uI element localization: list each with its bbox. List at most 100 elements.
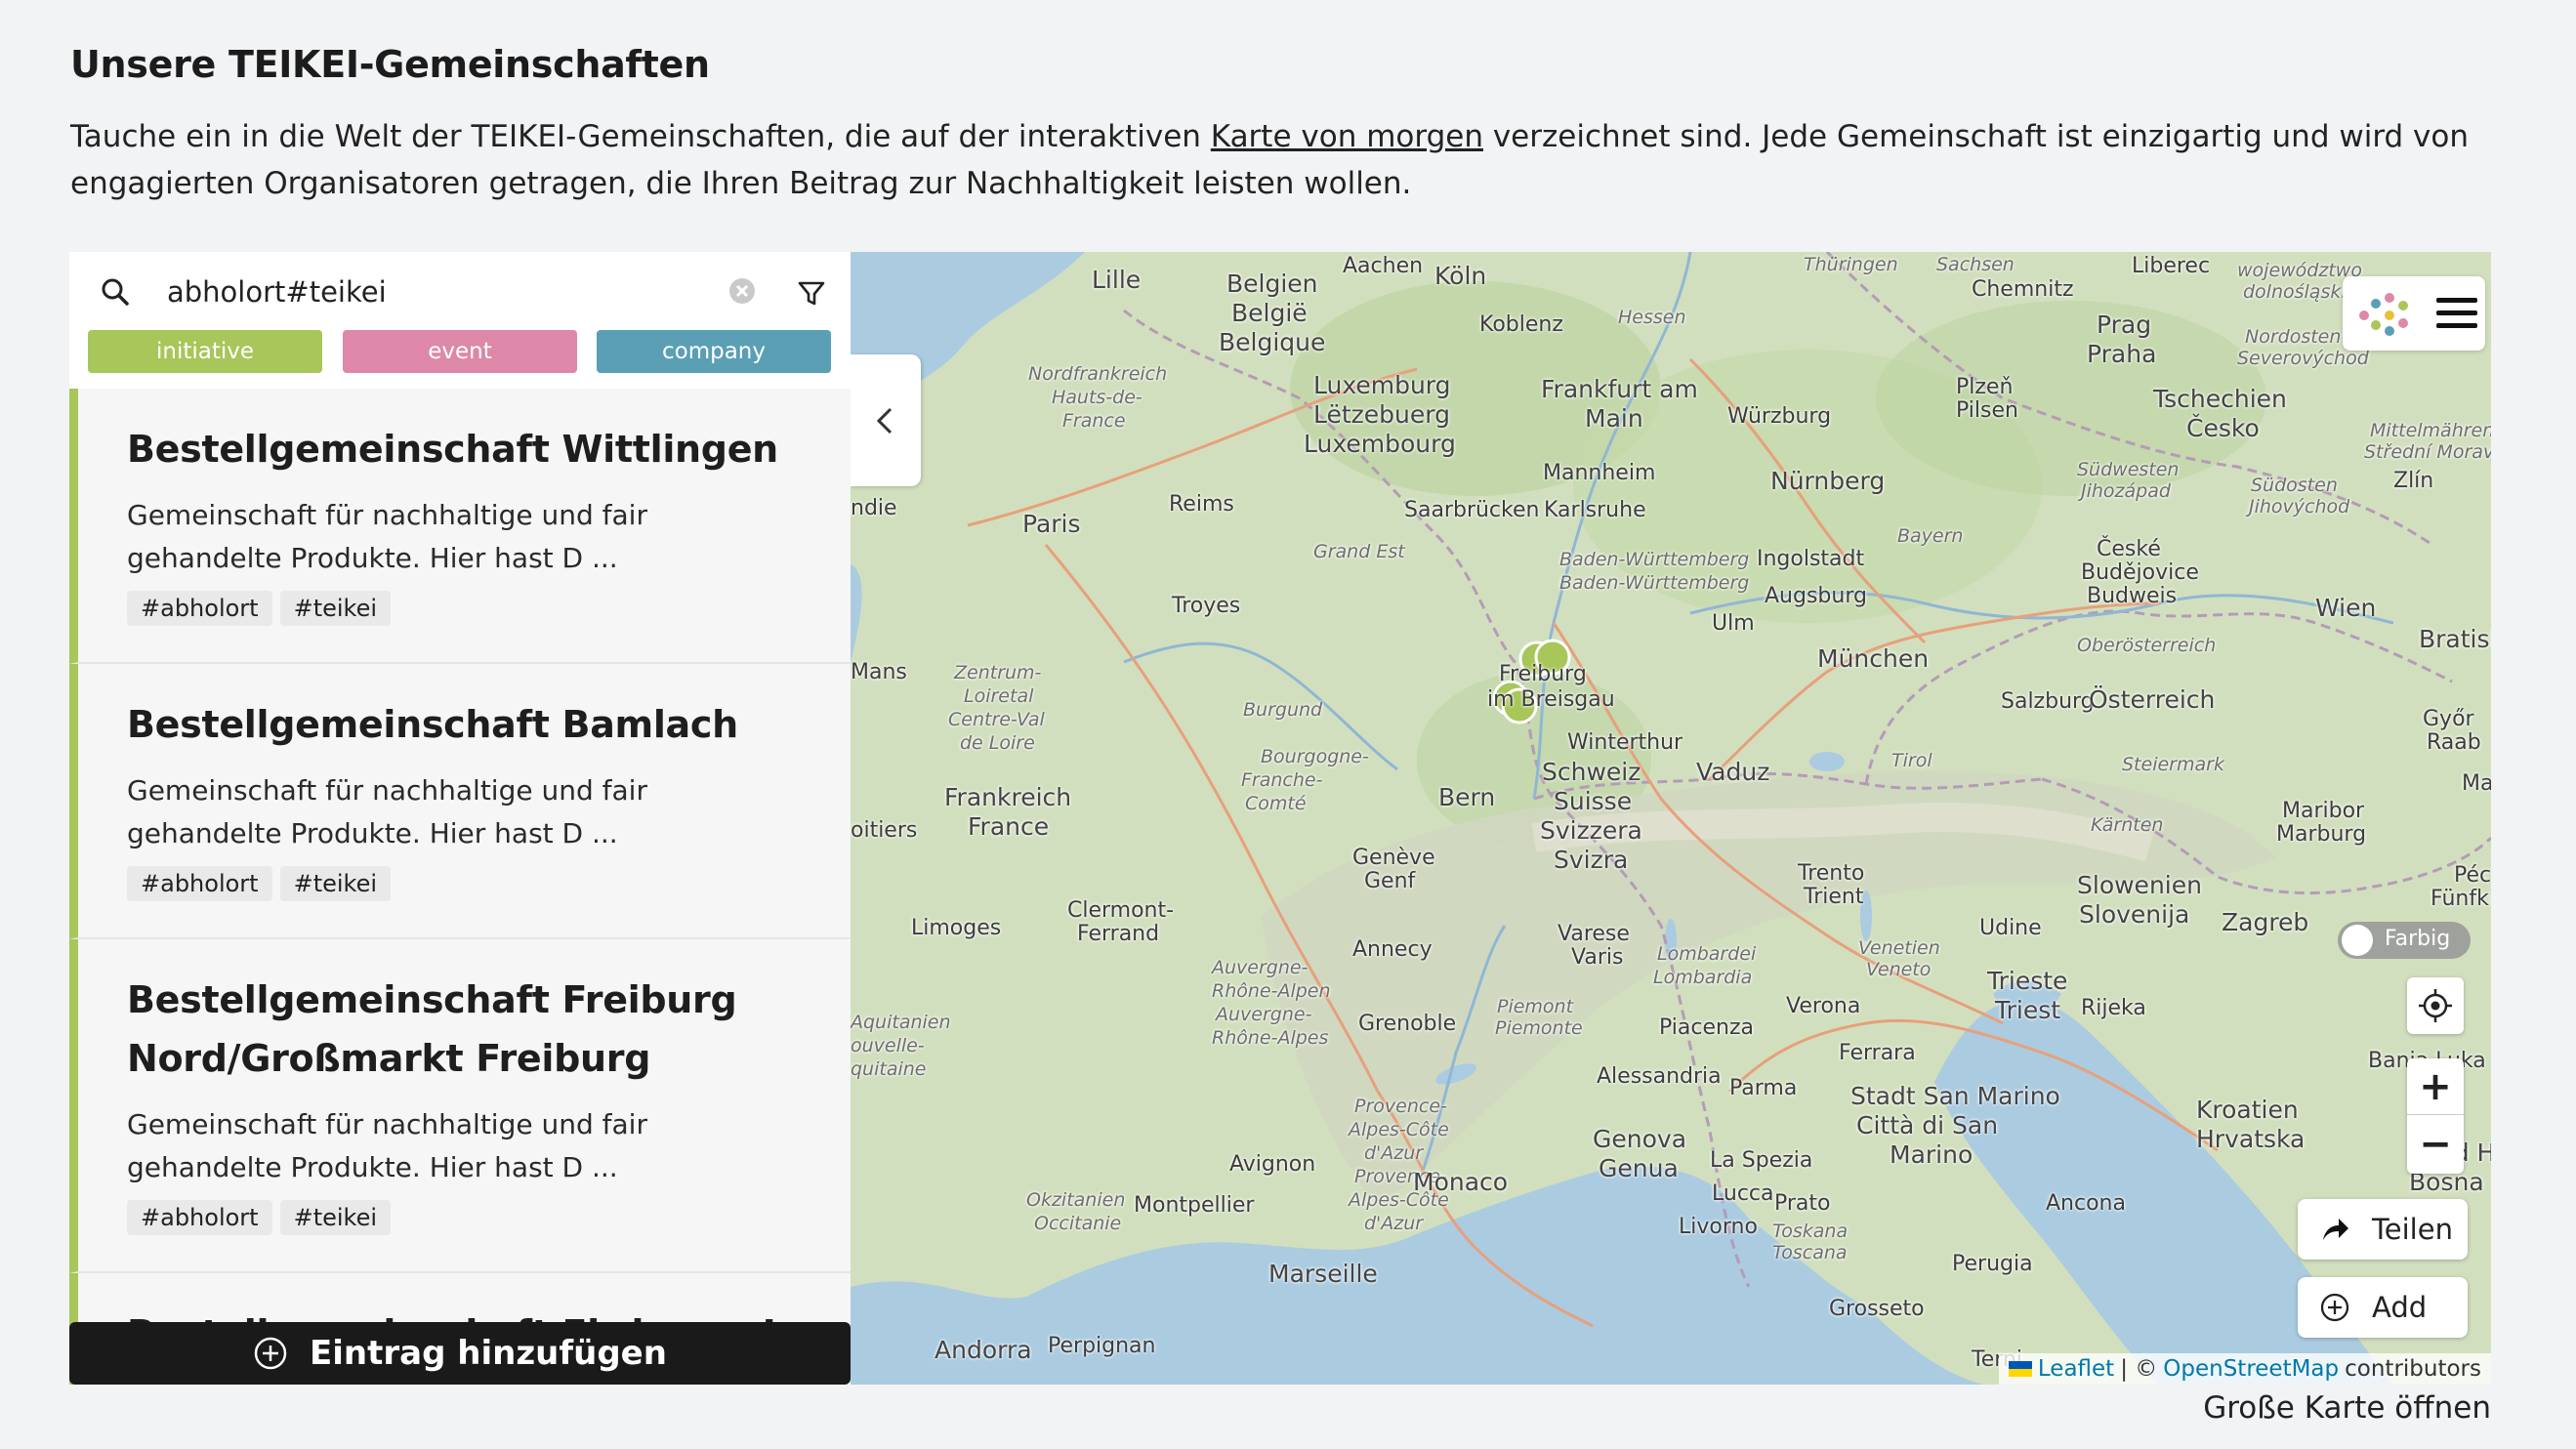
map-label: d'Azur bbox=[1364, 1142, 1424, 1164]
map-label: Grand Est bbox=[1313, 541, 1405, 562]
map-label: Vaduz bbox=[1696, 758, 1770, 786]
clear-search-icon[interactable] bbox=[725, 273, 760, 309]
map-label: Nürnberg bbox=[1770, 467, 1886, 495]
tag[interactable]: #teikei bbox=[279, 866, 392, 901]
map-label: Alpes-Côte bbox=[1349, 1119, 1449, 1140]
search-input[interactable] bbox=[167, 268, 772, 316]
map-label: Ancona bbox=[2046, 1191, 2126, 1216]
map-label: Mannheim bbox=[1543, 461, 1656, 485]
map-label: Freiburg bbox=[1499, 662, 1587, 686]
map-label: Praha bbox=[2087, 340, 2157, 368]
map-label: Frankreich bbox=[944, 783, 1072, 811]
map-label: Mans bbox=[851, 660, 907, 684]
map-label: Reims bbox=[1169, 492, 1234, 517]
map-label: Toscana bbox=[1772, 1242, 1848, 1263]
map-label: Okzitanien bbox=[1026, 1189, 1126, 1211]
map-label: Köln bbox=[1434, 262, 1487, 290]
tag[interactable]: #abholort bbox=[127, 866, 272, 901]
plus-circle-icon bbox=[254, 1337, 287, 1370]
zoom-out-button[interactable]: − bbox=[2407, 1116, 2464, 1173]
map-label: La Spezia bbox=[1710, 1148, 1813, 1173]
map-label: Varis bbox=[1571, 945, 1624, 970]
map-label: Hrvatska bbox=[2196, 1125, 2306, 1153]
map-label: Main bbox=[1585, 404, 1643, 433]
map-label: Genua bbox=[1599, 1154, 1679, 1182]
add-entry-button[interactable]: Eintrag hinzufügen bbox=[69, 1322, 851, 1385]
map-label: Veneto bbox=[1866, 959, 1932, 980]
entry-list: Bestellgemeinschaft Wittlingen Gemeinsch… bbox=[69, 389, 851, 1385]
map-label: Bourgogne- bbox=[1261, 746, 1369, 767]
filter-icon[interactable] bbox=[792, 273, 831, 312]
map-label: Plzeň bbox=[1956, 375, 2014, 399]
list-item[interactable]: Bestellgemeinschaft Freiburg Nord/Großma… bbox=[69, 939, 851, 1273]
entry-title[interactable]: Bestellgemeinschaft Bamlach bbox=[127, 695, 810, 754]
entry-title[interactable]: Bestellgemeinschaft Freiburg Nord/Großma… bbox=[127, 971, 810, 1088]
map-label: Jihovýchod bbox=[2249, 496, 2350, 518]
map-label: Bratislava bbox=[2419, 625, 2491, 653]
zoom-in-button[interactable]: + bbox=[2407, 1058, 2464, 1115]
tag[interactable]: #abholort bbox=[127, 591, 272, 626]
map-label: ndie bbox=[851, 496, 897, 520]
color-toggle[interactable]: Farbig bbox=[2338, 922, 2471, 959]
map-label: dolnośląskie bbox=[2243, 281, 2358, 303]
entry-description: Gemeinschaft für nachhaltige und fair ge… bbox=[127, 1108, 647, 1183]
kvm-logo-menu[interactable] bbox=[2343, 276, 2485, 351]
map-label: Lille bbox=[1092, 266, 1142, 294]
map[interactable]: Lille Aachen Köln Belgien België Belgiqu… bbox=[851, 252, 2491, 1385]
toggle-knob[interactable] bbox=[2342, 925, 2373, 956]
map-label: Occitanie bbox=[1034, 1213, 1122, 1234]
share-button[interactable]: Teilen bbox=[2298, 1199, 2468, 1260]
tag[interactable]: #teikei bbox=[279, 1200, 392, 1235]
map-label: Baden-Württemberg bbox=[1559, 572, 1750, 594]
entry-title[interactable]: Bestellgemeinschaft Wittlingen bbox=[127, 420, 810, 478]
plus-circle-icon bbox=[2320, 1293, 2349, 1322]
map-label: České bbox=[2097, 537, 2161, 561]
map-label: Perugia bbox=[1952, 1252, 2033, 1276]
map-label: im Breisgau bbox=[1487, 687, 1615, 712]
map-label: d'Azur bbox=[1364, 1213, 1424, 1234]
karte-von-morgen-link[interactable]: Karte von morgen bbox=[1211, 119, 1483, 154]
map-label: Genova bbox=[1593, 1125, 1687, 1153]
map-label: Kroatien bbox=[2196, 1096, 2299, 1124]
map-label: Trient bbox=[1804, 885, 1864, 909]
add-button[interactable]: Add bbox=[2298, 1277, 2468, 1338]
map-label: Saarbrücken bbox=[1404, 498, 1540, 522]
leaflet-link[interactable]: Leaflet bbox=[2038, 1356, 2114, 1382]
map-label: Lucca bbox=[1712, 1181, 1774, 1206]
map-label: Wien bbox=[2315, 594, 2377, 622]
map-label: Loiretal bbox=[964, 685, 1034, 707]
list-item[interactable]: Bestellgemeinschaft Wittlingen Gemeinsch… bbox=[69, 389, 851, 664]
karte-von-morgen-logo-icon[interactable] bbox=[2347, 276, 2425, 351]
map-label: Frankfurt am bbox=[1541, 375, 1698, 403]
filter-chip-initiative[interactable]: initiative bbox=[88, 330, 322, 373]
attribution-contributors: contributors bbox=[2345, 1356, 2481, 1382]
openstreetmap-link[interactable]: OpenStreetMap bbox=[2163, 1356, 2339, 1382]
tag[interactable]: #teikei bbox=[279, 591, 392, 626]
search-icon[interactable] bbox=[97, 273, 136, 312]
map-label: Maribor bbox=[2282, 799, 2365, 823]
map-label: Budweis bbox=[2087, 584, 2178, 608]
map-label: Bayern bbox=[1897, 525, 1964, 547]
map-label: Hauts-de- bbox=[1052, 387, 1143, 408]
list-item[interactable]: Bestellgemeinschaft Bamlach Gemeinschaft… bbox=[69, 664, 851, 939]
open-big-map-link[interactable]: Große Karte öffnen bbox=[2203, 1390, 2491, 1426]
map-label: Zentrum- bbox=[954, 662, 1042, 683]
map-label: Svizzera bbox=[1540, 816, 1642, 845]
hamburger-menu-icon[interactable] bbox=[2432, 276, 2481, 351]
map-label: Stadt San Marino bbox=[1850, 1082, 2060, 1110]
locate-me-button[interactable] bbox=[2407, 977, 2464, 1034]
tag[interactable]: #abholort bbox=[127, 1200, 272, 1235]
map-label: Lëtzebuerg bbox=[1313, 400, 1450, 429]
map-label: Winterthur bbox=[1567, 730, 1683, 755]
entry-tags: #abholort #teikei bbox=[127, 591, 392, 626]
toggle-label: Farbig bbox=[2385, 927, 2451, 951]
map-label: Genève bbox=[1352, 846, 1435, 870]
map-label: Kärnten bbox=[2091, 814, 2164, 836]
zoom-control: + − bbox=[2407, 1058, 2464, 1174]
map-label: Ferrara bbox=[1839, 1041, 1916, 1065]
collapse-sidebar-button[interactable] bbox=[851, 354, 921, 486]
map-label: Troyes bbox=[1172, 594, 1241, 618]
filter-chip-company[interactable]: company bbox=[597, 330, 831, 373]
filter-chip-event[interactable]: event bbox=[343, 330, 577, 373]
search-bar: initiative event company bbox=[69, 252, 851, 389]
